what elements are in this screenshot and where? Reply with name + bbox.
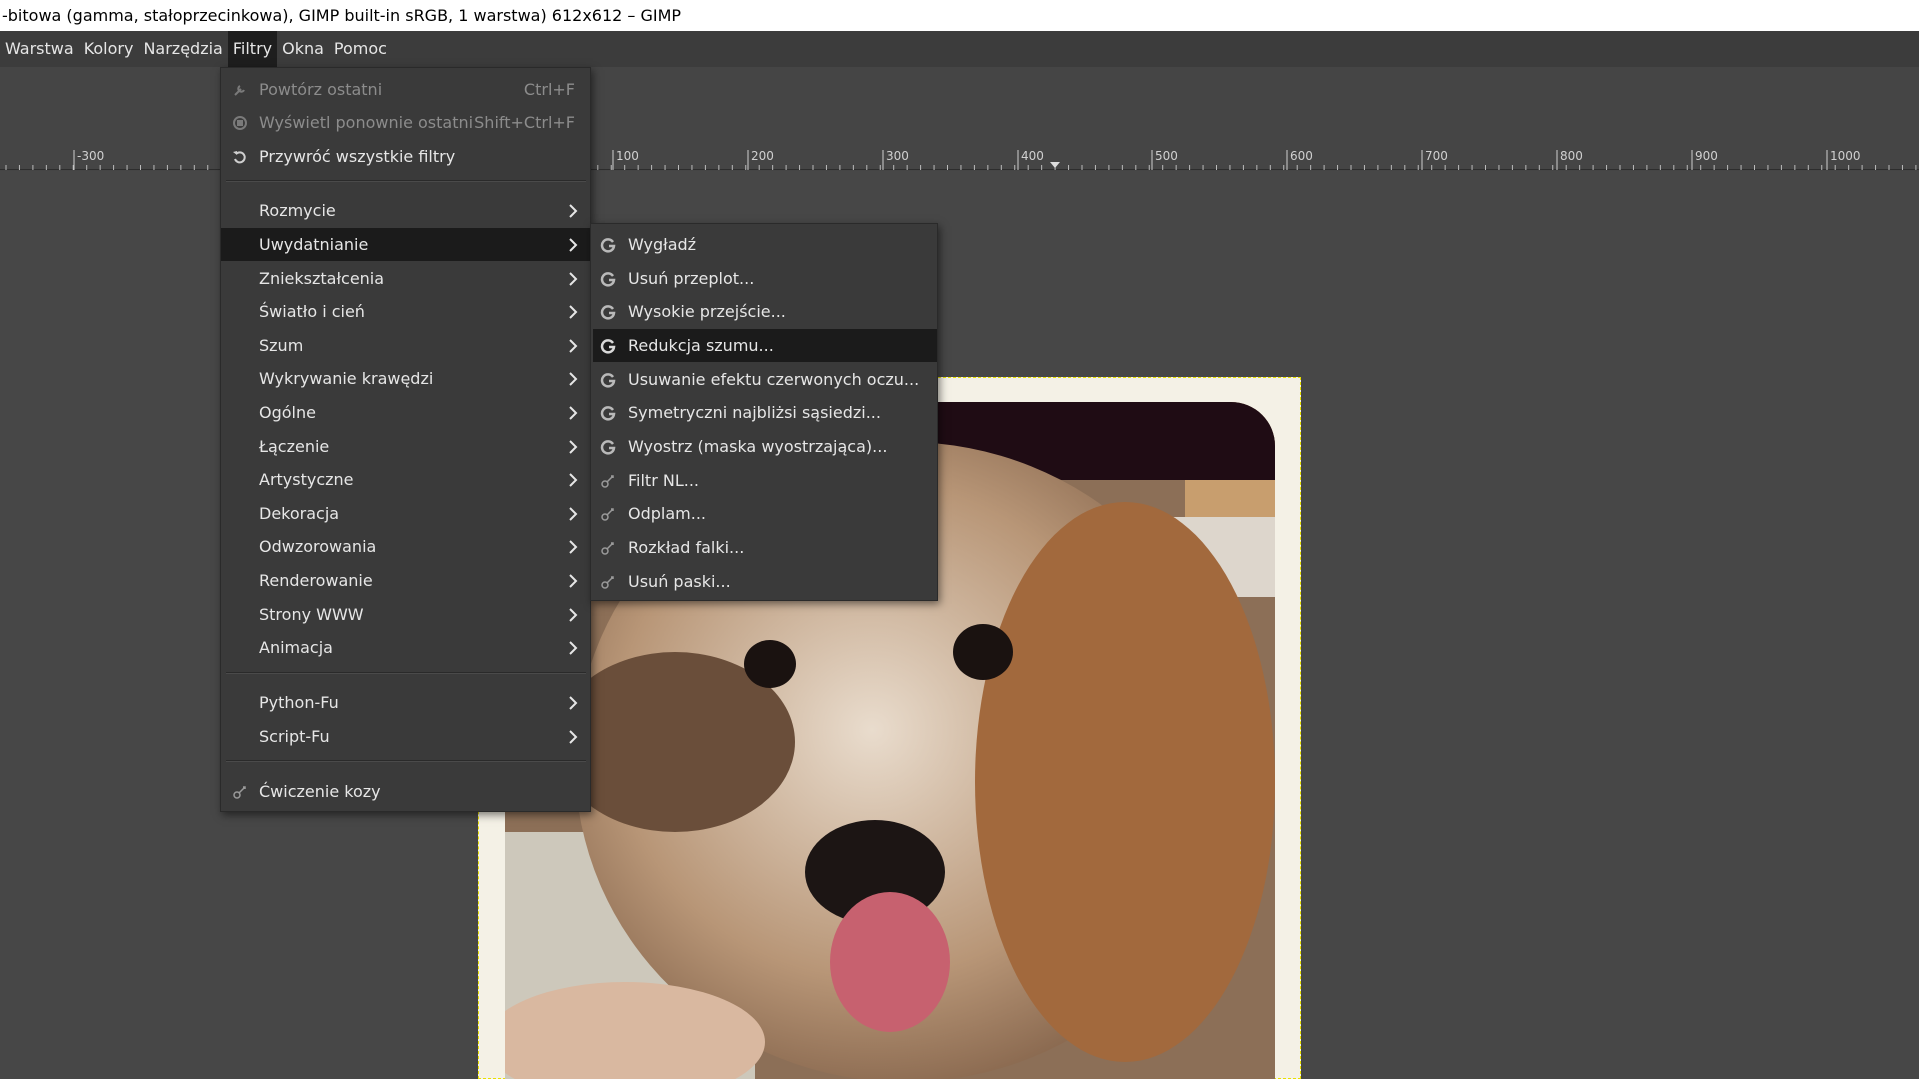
- ruler-label: -300: [77, 149, 104, 163]
- gegl-icon: [599, 337, 617, 355]
- menu-item-goat-exercise[interactable]: Ćwiczenie kozy: [221, 775, 590, 808]
- menu-separator: [226, 672, 586, 674]
- chevron-right-icon: [569, 304, 578, 319]
- chevron-right-icon: [569, 640, 578, 655]
- menu-item-blur[interactable]: Rozmycie: [221, 194, 590, 227]
- chevron-right-icon: [569, 439, 578, 454]
- window-title: -bitowa (gamma, stałoprzecinkowa), GIMP …: [2, 6, 682, 25]
- submenu-item-red-eye-removal[interactable]: Usuwanie efektu czerwonych oczu...: [593, 363, 937, 396]
- menu-help[interactable]: Pomoc: [329, 31, 392, 67]
- submenu-item-symmetric-nearest-neighbor[interactable]: Symetryczni najbliżsi sąsiedzi...: [593, 396, 937, 429]
- chevron-right-icon: [569, 506, 578, 521]
- menu-item-light-and-shadow[interactable]: Światło i cień: [221, 295, 590, 328]
- gegl-icon: [599, 236, 617, 254]
- menu-item-repeat-last: Powtórz ostatni Ctrl+F: [221, 73, 590, 106]
- menu-filters[interactable]: Filtry: [227, 31, 278, 67]
- shortcut-label: Ctrl+F: [523, 80, 575, 99]
- ruler-label: 700: [1425, 149, 1448, 163]
- menu-separator: [226, 180, 586, 182]
- menu-item-distorts[interactable]: Zniekształcenia: [221, 262, 590, 295]
- menu-item-generic[interactable]: Ogólne: [221, 396, 590, 429]
- ruler-label: 100: [616, 149, 639, 163]
- shortcut-label: Shift+Ctrl+F: [474, 113, 575, 132]
- reshow-icon: [231, 114, 249, 132]
- menu-item-reset-all-filters[interactable]: Przywróć wszystkie filtry: [221, 140, 590, 173]
- pointer-position-marker: [1050, 162, 1060, 168]
- ruler-label: 1000: [1830, 149, 1861, 163]
- chevron-right-icon: [569, 729, 578, 744]
- plugin-icon: [599, 472, 617, 490]
- menu-item-reshow-last: Wyświetl ponownie ostatni Shift+Ctrl+F: [221, 106, 590, 139]
- menu-item-script-fu[interactable]: Script-Fu: [221, 720, 590, 753]
- ruler-label: 900: [1695, 149, 1718, 163]
- chevron-right-icon: [569, 573, 578, 588]
- ruler-label: 200: [751, 149, 774, 163]
- chevron-right-icon: [569, 271, 578, 286]
- repeat-icon: [231, 81, 249, 99]
- gegl-icon: [599, 371, 617, 389]
- menu-item-noise[interactable]: Szum: [221, 329, 590, 362]
- menu-item-render[interactable]: Renderowanie: [221, 564, 590, 597]
- submenu-item-unsharp-mask[interactable]: Wyostrz (maska wyostrzająca)...: [593, 430, 937, 463]
- menu-tools[interactable]: Narzędzia: [138, 31, 227, 67]
- plugin-icon: [599, 539, 617, 557]
- chevron-right-icon: [569, 539, 578, 554]
- menu-layer[interactable]: Warstwa: [0, 31, 79, 67]
- gegl-icon: [599, 438, 617, 456]
- submenu-item-destripe[interactable]: Usuń paski...: [593, 565, 937, 598]
- ruler-label: 600: [1290, 149, 1313, 163]
- menu-separator: [226, 760, 586, 762]
- menu-item-combine[interactable]: Łączenie: [221, 430, 590, 463]
- chevron-right-icon: [569, 237, 578, 252]
- chevron-right-icon: [569, 203, 578, 218]
- chevron-right-icon: [569, 472, 578, 487]
- ruler-label: 400: [1021, 149, 1044, 163]
- window-title-bar: -bitowa (gamma, stałoprzecinkowa), GIMP …: [0, 0, 1919, 31]
- submenu-item-antialias[interactable]: Wygładź: [593, 228, 937, 261]
- ruler-label: 500: [1155, 149, 1178, 163]
- gegl-icon: [599, 303, 617, 321]
- filters-menu: Powtórz ostatni Ctrl+F Wyświetl ponownie…: [220, 67, 591, 812]
- menu-item-web[interactable]: Strony WWW: [221, 598, 590, 631]
- menu-item-edge-detect[interactable]: Wykrywanie krawędzi: [221, 362, 590, 395]
- menu-colors[interactable]: Kolory: [79, 31, 139, 67]
- menu-bar: Warstwa Kolory Narzędzia Filtry Okna Pom…: [0, 31, 1919, 67]
- submenu-item-high-pass[interactable]: Wysokie przejście...: [593, 295, 937, 328]
- menu-item-enhance[interactable]: Uwydatnianie: [221, 228, 590, 261]
- submenu-item-despeckle[interactable]: Odplam...: [593, 497, 937, 530]
- chevron-right-icon: [569, 695, 578, 710]
- reset-icon: [231, 148, 249, 166]
- gegl-icon: [599, 270, 617, 288]
- submenu-item-noise-reduction[interactable]: Redukcja szumu...: [593, 329, 937, 362]
- menu-item-python-fu[interactable]: Python-Fu: [221, 686, 590, 719]
- plugin-icon: [599, 573, 617, 591]
- gegl-icon: [599, 404, 617, 422]
- submenu-item-nl-filter[interactable]: Filtr NL...: [593, 464, 937, 497]
- ruler-label: 800: [1560, 149, 1583, 163]
- submenu-item-wavelet-decompose[interactable]: Rozkład falki...: [593, 531, 937, 564]
- menu-item-decor[interactable]: Dekoracja: [221, 497, 590, 530]
- menu-windows[interactable]: Okna: [277, 31, 329, 67]
- plugin-icon: [599, 505, 617, 523]
- plugin-icon: [231, 783, 249, 801]
- menu-item-map[interactable]: Odwzorowania: [221, 530, 590, 563]
- chevron-right-icon: [569, 405, 578, 420]
- submenu-item-deinterlace[interactable]: Usuń przeplot...: [593, 262, 937, 295]
- ruler-label: 300: [886, 149, 909, 163]
- enhance-submenu: Wygładź Usuń przeplot... Wysokie przejśc…: [590, 223, 938, 601]
- menu-item-animation[interactable]: Animacja: [221, 631, 590, 664]
- chevron-right-icon: [569, 338, 578, 353]
- chevron-right-icon: [569, 607, 578, 622]
- menu-item-artistic[interactable]: Artystyczne: [221, 463, 590, 496]
- chevron-right-icon: [569, 371, 578, 386]
